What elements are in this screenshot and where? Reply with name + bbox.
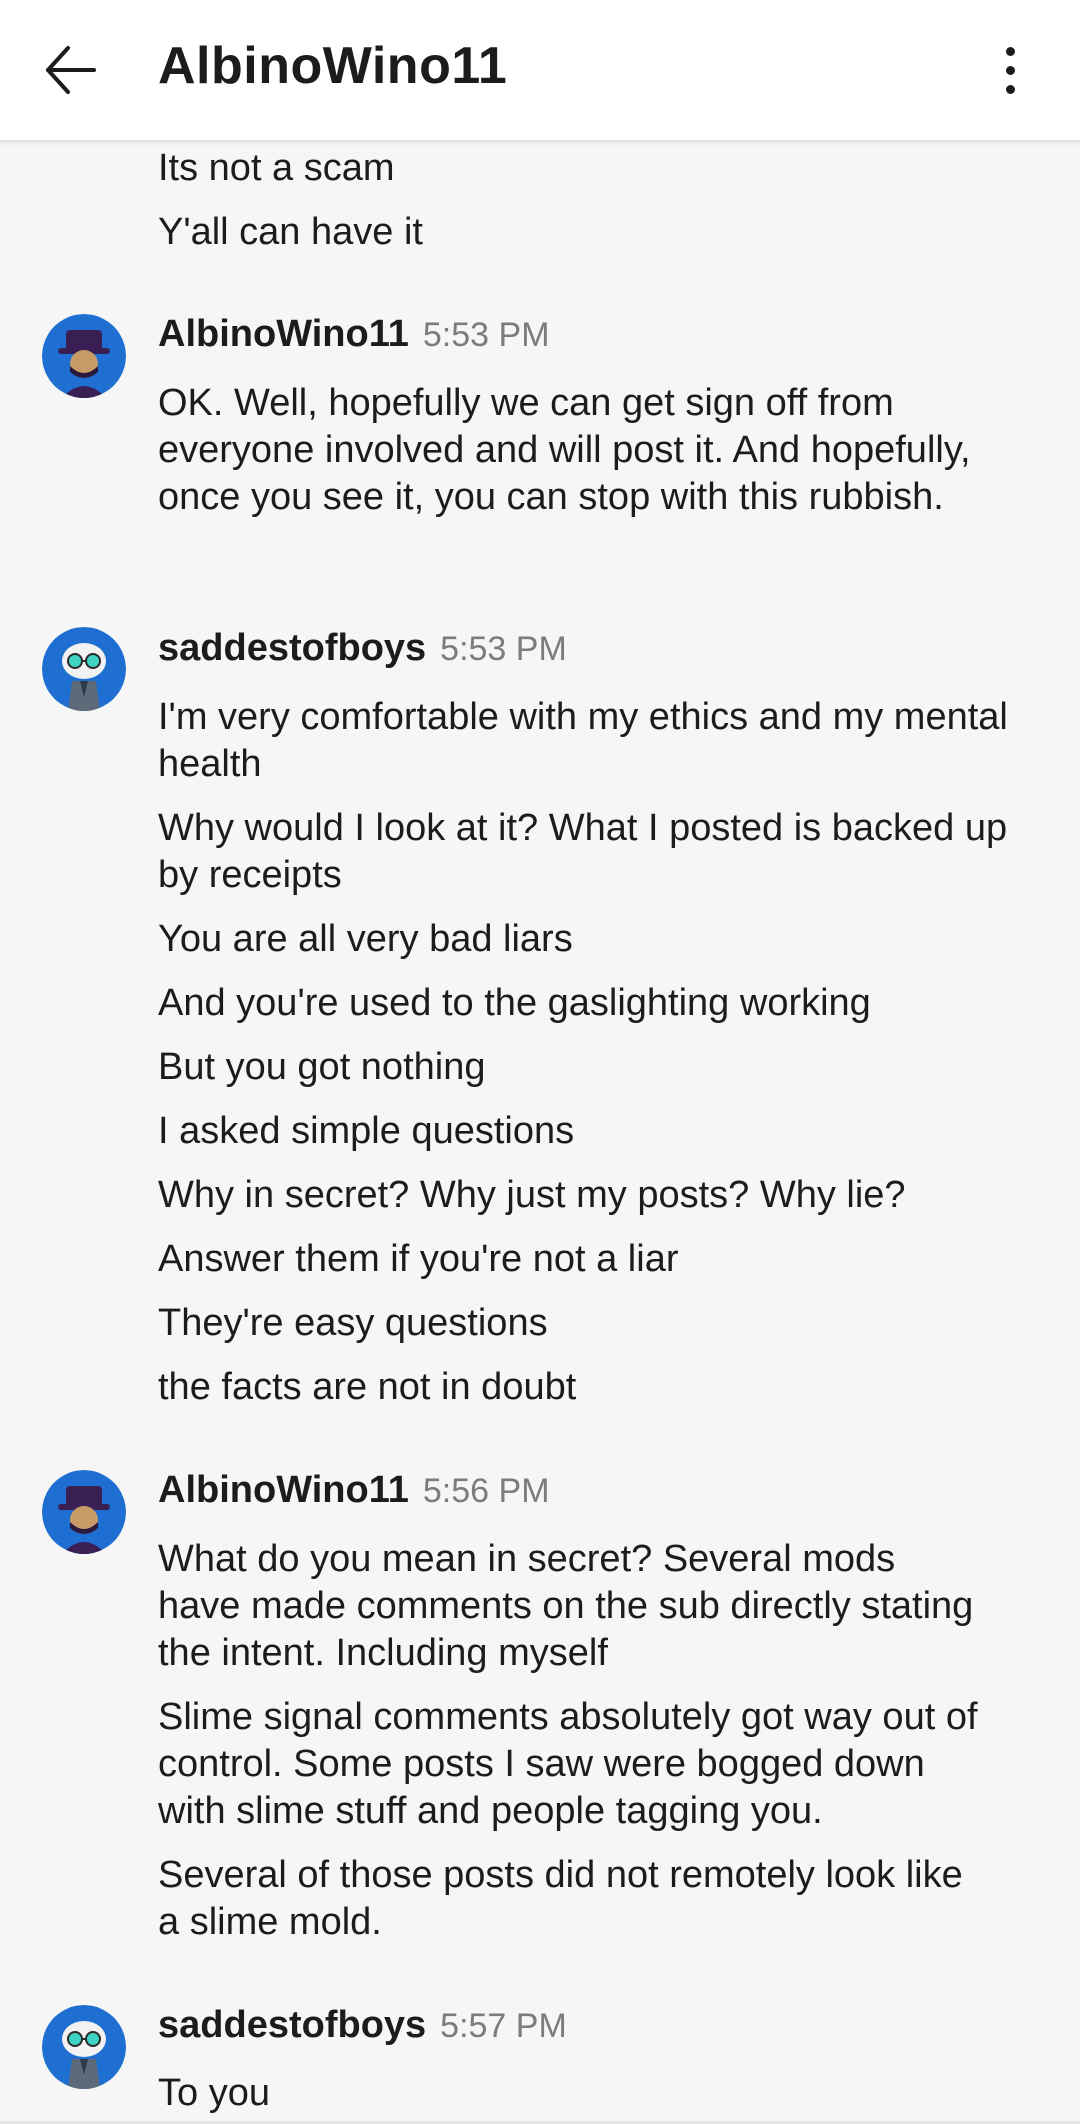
more-vertical-icon-dot (1005, 65, 1015, 75)
chat-message[interactable]: To you (158, 2070, 1018, 2117)
timestamp: 5:56 PM (422, 1472, 550, 1510)
chat-message[interactable]: And you're used to the gaslighting worki… (158, 980, 1018, 1027)
more-vertical-icon (1005, 46, 1015, 56)
app-header: AlbinoWino11 (0, 0, 1080, 142)
timestamp: 5:53 PM (440, 630, 567, 668)
username[interactable]: saddestofboys (158, 2004, 426, 2047)
chat-message[interactable]: You are all very bad liars (158, 916, 1018, 963)
chat-message[interactable]: Its not a scam (158, 145, 1018, 192)
avatar-hat-character-icon (42, 314, 126, 398)
chat-message[interactable]: Y'all can have it (158, 209, 1018, 256)
chat-message[interactable]: They're easy questions (158, 1300, 1018, 1347)
message-group-header: saddestofboys 5:53 PM (158, 627, 567, 670)
username[interactable]: AlbinoWino11 (158, 1469, 409, 1512)
chat-message[interactable]: But you got nothing (158, 1044, 1018, 1091)
avatar-snoo-glasses-icon (42, 2005, 126, 2089)
timestamp: 5:57 PM (440, 2007, 567, 2045)
overflow-menu-button[interactable] (970, 30, 1050, 110)
avatar-snoo-glasses-icon (42, 627, 126, 711)
avatar-albinowino11[interactable] (42, 1470, 126, 1554)
chat-message[interactable]: Answer them if you're not a liar (158, 1236, 1018, 1283)
chat-message[interactable]: I asked simple questions (158, 1108, 1018, 1155)
chat-message[interactable]: I'm very comfortable with my ethics and … (158, 694, 1008, 788)
chat-message[interactable]: Slime signal comments absolutely got way… (158, 1694, 998, 1835)
avatar-saddestofboys[interactable] (42, 627, 126, 711)
chat-message[interactable]: What do you mean in secret? Several mods… (158, 1536, 978, 1677)
chat-message[interactable]: Why would I look at it? What I posted is… (158, 805, 1008, 899)
chat-screen: AlbinoWino11 Its not a scam Y'all can ha… (0, 0, 1080, 2124)
chat-message[interactable]: the facts are not in doubt (158, 1364, 1018, 1411)
chat-message[interactable]: OK. Well, hopefully we can get sign off … (158, 380, 978, 521)
message-group-header: saddestofboys 5:57 PM (158, 2004, 567, 2047)
avatar-albinowino11[interactable] (42, 314, 126, 398)
chat-title: AlbinoWino11 (158, 37, 508, 95)
avatar-saddestofboys[interactable] (42, 2005, 126, 2089)
timestamp: 5:53 PM (422, 316, 550, 354)
username[interactable]: saddestofboys (158, 627, 426, 670)
more-vertical-icon-dot (1005, 84, 1015, 94)
chat-message[interactable]: Why in secret? Why just my posts? Why li… (158, 1172, 1018, 1219)
back-button[interactable] (30, 30, 110, 110)
message-group-header: AlbinoWino11 5:56 PM (158, 1469, 550, 1512)
avatar-hat-character-icon (42, 1470, 126, 1554)
username[interactable]: AlbinoWino11 (158, 313, 409, 356)
message-group-header: AlbinoWino11 5:53 PM (158, 313, 550, 356)
arrow-left-icon (46, 46, 96, 94)
chat-message[interactable]: Several of those posts did not remotely … (158, 1852, 978, 1946)
